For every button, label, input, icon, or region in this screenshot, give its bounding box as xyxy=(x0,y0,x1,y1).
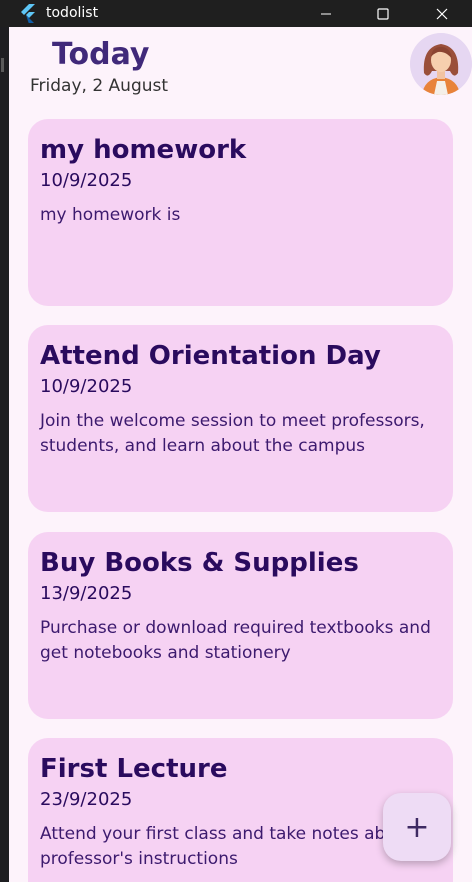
task-date: 10/9/2025 xyxy=(40,170,133,191)
side-edge xyxy=(0,27,9,882)
task-description: my homework is xyxy=(40,205,181,225)
page-date: Friday, 2 August xyxy=(30,76,169,96)
minimize-icon xyxy=(321,13,331,14)
task-date: 23/9/2025 xyxy=(40,789,133,810)
task-description: Attend your first class and take notes a… xyxy=(40,824,414,869)
task-card[interactable]: my homework 10/9/2025 my homework is xyxy=(28,119,453,306)
user-avatar-icon xyxy=(410,33,472,95)
task-card[interactable]: Attend Orientation Day 10/9/2025 Join th… xyxy=(28,325,453,512)
plus-icon: + xyxy=(404,809,430,845)
maximize-icon xyxy=(377,7,389,20)
task-title: Buy Books & Supplies xyxy=(40,548,359,578)
task-description: Join the welcome session to meet profess… xyxy=(40,411,425,456)
close-button[interactable] xyxy=(412,0,472,27)
title-bar[interactable]: todolist xyxy=(0,0,472,27)
task-title: First Lecture xyxy=(40,754,228,784)
task-card[interactable]: Buy Books & Supplies 13/9/2025 Purchase … xyxy=(28,532,453,719)
task-date: 10/9/2025 xyxy=(40,376,133,397)
maximize-button[interactable] xyxy=(353,0,413,27)
window-title: todolist xyxy=(46,5,99,21)
close-icon xyxy=(436,8,448,19)
avatar[interactable] xyxy=(410,33,472,95)
flutter-logo-icon xyxy=(21,4,35,23)
minimize-button[interactable] xyxy=(296,0,356,27)
task-description: Purchase or download required textbooks … xyxy=(40,618,431,663)
task-date: 13/9/2025 xyxy=(40,583,133,604)
task-title: Attend Orientation Day xyxy=(40,341,381,371)
main-content[interactable]: Today Friday, 2 August my homework 10/9/… xyxy=(9,27,472,882)
page-title: Today xyxy=(52,37,150,72)
add-task-button[interactable]: + xyxy=(383,793,451,861)
app-window: todolist Today Friday, 2 August my homew… xyxy=(0,0,472,882)
edge-marker xyxy=(1,58,4,72)
task-title: my homework xyxy=(40,135,247,165)
